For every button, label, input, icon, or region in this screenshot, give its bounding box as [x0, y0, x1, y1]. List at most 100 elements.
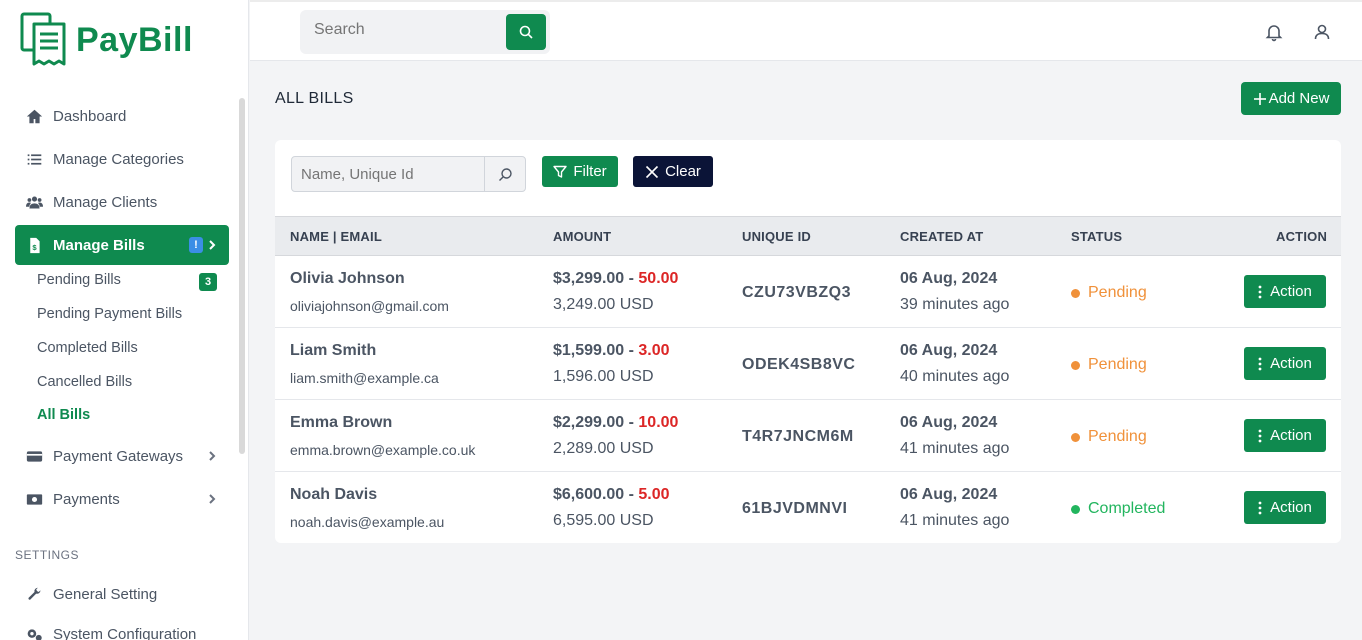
status-badge: Pending	[1071, 428, 1147, 446]
sidebar: PayBill Dashboard Manage Categories Mana…	[0, 0, 249, 640]
sidebar-subitem-all-bills[interactable]: All Bills	[37, 407, 90, 423]
sidebar-scrollbar[interactable]	[239, 98, 245, 454]
created-relative: 40 minutes ago	[900, 368, 1010, 385]
action-button[interactable]: Action	[1244, 419, 1326, 452]
created-date: 06 Aug, 2024	[900, 486, 998, 503]
column-header-unique-id: UNIQUE ID	[742, 229, 811, 244]
client-name: Liam Smith	[290, 342, 377, 359]
client-email: oliviajohnson@gmail.com	[290, 298, 449, 314]
status-dot	[1071, 288, 1080, 298]
settings-section-label: SETTINGS	[15, 548, 80, 562]
user-icon[interactable]	[1312, 22, 1332, 42]
client-name: Olivia Johnson	[290, 270, 405, 287]
status-label: Completed	[1088, 500, 1166, 517]
status-dot	[1071, 432, 1080, 442]
action-label: Action	[1270, 283, 1312, 300]
gears-icon	[25, 625, 43, 640]
sidebar-item-payment-gateways[interactable]: Payment Gateways	[15, 436, 229, 476]
kebab-menu-icon	[1258, 429, 1262, 442]
fee-value: 3.00	[638, 342, 670, 359]
column-header-amount: AMOUNT	[553, 229, 612, 244]
net-amount: 3,249.00 USD	[553, 296, 654, 313]
add-new-button[interactable]: Add New	[1241, 82, 1341, 115]
kebab-menu-icon	[1258, 285, 1262, 298]
search-input[interactable]	[314, 21, 494, 39]
search-button[interactable]	[506, 14, 546, 50]
chevron-right-icon	[205, 238, 219, 252]
sidebar-item-label: Manage Bills	[53, 236, 145, 254]
created-relative: 39 minutes ago	[900, 296, 1010, 313]
amount-value: $6,600.00 -	[553, 486, 639, 503]
unique-id: CZU73VBZQ3	[742, 284, 852, 301]
fee-value: 10.00	[638, 414, 679, 431]
client-email: liam.smith@example.ca	[290, 370, 439, 386]
fee-value: 50.00	[638, 270, 679, 287]
client-email: noah.davis@example.au	[290, 514, 445, 530]
client-email: emma.brown@example.co.uk	[290, 442, 476, 458]
created-date: 06 Aug, 2024	[900, 414, 998, 431]
chevron-right-icon	[205, 449, 219, 463]
money-icon	[25, 490, 43, 508]
kebab-menu-icon	[1258, 501, 1262, 514]
sidebar-subitem-pending-payment-bills[interactable]: Pending Payment Bills	[37, 306, 182, 322]
column-header-status: STATUS	[1071, 229, 1123, 244]
sidebar-item-system-configuration[interactable]: System Configuration	[15, 614, 229, 640]
clear-button[interactable]: Clear	[633, 156, 713, 187]
sidebar-item-manage-categories[interactable]: Manage Categories	[15, 139, 229, 179]
bell-icon[interactable]	[1264, 22, 1284, 42]
logo[interactable]: PayBill	[20, 12, 193, 68]
filter-search-box	[291, 156, 526, 192]
table-header: NAME | EMAIL AMOUNT UNIQUE ID CREATED AT…	[275, 216, 1341, 256]
created-date: 06 Aug, 2024	[900, 342, 998, 359]
sidebar-subitem-pending-bills[interactable]: Pending Bills	[37, 272, 121, 288]
close-icon	[645, 165, 659, 178]
created-relative: 41 minutes ago	[900, 440, 1010, 457]
kebab-menu-icon	[1258, 357, 1262, 370]
sidebar-item-dashboard[interactable]: Dashboard	[15, 96, 229, 136]
pending-count-badge: 3	[199, 273, 217, 291]
wrench-icon	[25, 585, 43, 603]
table-row: Emma Brown emma.brown@example.co.uk $2,2…	[275, 400, 1341, 472]
sidebar-item-label: Manage Categories	[53, 150, 184, 168]
list-icon	[25, 150, 43, 168]
status-label: Pending	[1088, 356, 1147, 373]
bill-amount: $2,299.00 - 10.00	[553, 414, 678, 432]
sidebar-item-manage-clients[interactable]: Manage Clients	[15, 182, 229, 222]
action-label: Action	[1270, 427, 1312, 444]
action-button[interactable]: Action	[1244, 347, 1326, 380]
sidebar-subitem-completed-bills[interactable]: Completed Bills	[37, 340, 138, 356]
sidebar-item-label: Payments	[53, 490, 120, 508]
net-amount: 6,595.00 USD	[553, 512, 654, 529]
amount-value: $3,299.00 -	[553, 270, 639, 287]
filter-search-input[interactable]	[301, 166, 481, 183]
brand-name: PayBill	[76, 20, 193, 59]
unique-id: ODEK4SB8VC	[742, 356, 856, 373]
net-amount: 1,596.00 USD	[553, 368, 654, 385]
sidebar-item-manage-bills[interactable]: $ Manage Bills !	[15, 225, 229, 265]
sidebar-subitem-cancelled-bills[interactable]: Cancelled Bills	[37, 374, 132, 390]
fee-value: 5.00	[638, 486, 670, 503]
chevron-right-icon	[205, 492, 219, 506]
filter-label: Filter	[573, 163, 607, 180]
top-header	[250, 0, 1362, 61]
sidebar-item-general-setting[interactable]: General Setting	[15, 574, 229, 614]
search-icon[interactable]	[484, 157, 525, 191]
net-amount: 2,289.00 USD	[553, 440, 654, 457]
status-label: Pending	[1088, 284, 1147, 301]
filter-button[interactable]: Filter	[542, 156, 618, 187]
sidebar-item-label: Dashboard	[53, 107, 127, 125]
sidebar-item-payments[interactable]: Payments	[15, 479, 229, 519]
action-button[interactable]: Action	[1244, 275, 1326, 308]
unique-id: 61BJVDMNVI	[742, 500, 848, 517]
status-badge: Pending	[1071, 356, 1147, 374]
bill-amount: $6,600.00 - 5.00	[553, 486, 670, 504]
sidebar-item-label: Manage Clients	[53, 193, 158, 211]
action-label: Action	[1270, 355, 1312, 372]
column-header-name-email: NAME | EMAIL	[290, 229, 382, 244]
action-button[interactable]: Action	[1244, 491, 1326, 524]
status-badge: Completed	[1071, 500, 1165, 518]
unique-id: T4R7JNCM6M	[742, 428, 854, 445]
client-name: Noah Davis	[290, 486, 378, 503]
status-dot	[1071, 504, 1080, 514]
users-icon	[25, 193, 43, 211]
